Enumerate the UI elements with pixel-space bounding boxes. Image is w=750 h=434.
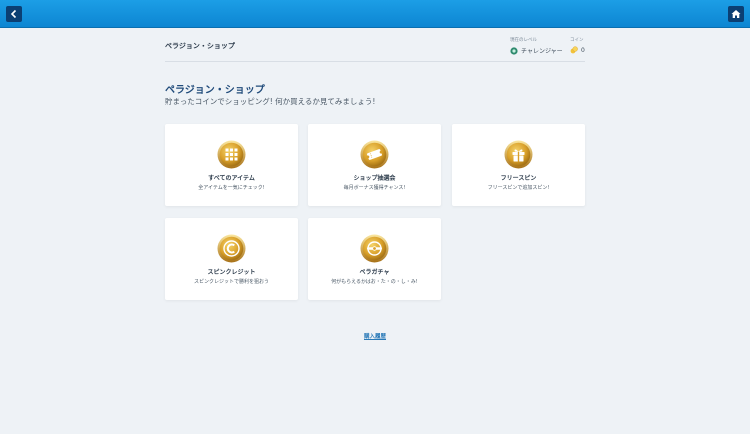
- home-button[interactable]: [728, 6, 744, 22]
- capsule-icon: [360, 234, 389, 263]
- card-all-items[interactable]: すべてのアイテム 全アイテムを一気にチェック!: [165, 124, 298, 206]
- chevron-left-icon: [10, 9, 17, 19]
- level-caption: 現在のレベル: [510, 38, 537, 43]
- page-title: ペラジョン・ショップ: [165, 85, 265, 96]
- card-description: 何がもらえるかはお・た・の・し・み!: [331, 279, 418, 285]
- level-status: 現在のレベル チャレンジャー: [510, 37, 563, 55]
- card-title: ペラガチャ: [359, 269, 390, 276]
- page-subtitle: 貯まったコインでショッピング! 何か買えるか見てみましょう!: [165, 97, 376, 106]
- purchase-history-link[interactable]: 購入履歴: [364, 334, 386, 340]
- card-description: スピンクレジットで勝利を狙おう: [193, 279, 269, 285]
- card-title: スピンクレジット: [207, 269, 256, 276]
- coin-caption: コイン: [570, 38, 584, 43]
- coin-status: コイン 0: [570, 37, 585, 54]
- breadcrumb: ペラジョン・ショップ: [165, 42, 235, 50]
- level-badge-icon: [510, 46, 518, 55]
- page-header: ペラジョン・ショップ 現在のレベル チャレンジャー コイン 0: [165, 34, 585, 62]
- home-icon: [731, 10, 741, 18]
- top-bar: [0, 0, 750, 28]
- ticket-icon: [360, 140, 389, 169]
- grid-icon: [217, 140, 246, 169]
- back-button[interactable]: [6, 6, 22, 22]
- card-description: 毎月ボーナス獲得チャンス!: [343, 185, 406, 191]
- card-description: フリースピンで追加スピン!: [487, 185, 550, 191]
- coins-icon: [570, 46, 578, 54]
- purchase-history: 購入履歴: [0, 323, 750, 342]
- card-title: フリースピン: [500, 175, 537, 182]
- level-value: チャレンジャー: [521, 48, 563, 55]
- credit-icon: [217, 234, 246, 263]
- card-shop-lottery[interactable]: ショップ抽選会 毎月ボーナス獲得チャンス!: [308, 124, 441, 206]
- card-pera-gacha[interactable]: ペラガチャ 何がもらえるかはお・た・の・し・み!: [308, 218, 441, 300]
- coin-value: 0: [581, 46, 585, 54]
- card-title: ショップ抽選会: [353, 175, 396, 182]
- card-free-spin[interactable]: フリースピン フリースピンで追加スピン!: [452, 124, 585, 206]
- card-title: すべてのアイテム: [208, 175, 255, 182]
- card-description: 全アイテムを一気にチェック!: [198, 185, 265, 191]
- card-spin-credit[interactable]: スピンクレジット スピンクレジットで勝利を狙おう: [165, 218, 298, 300]
- gift-icon: [504, 140, 533, 169]
